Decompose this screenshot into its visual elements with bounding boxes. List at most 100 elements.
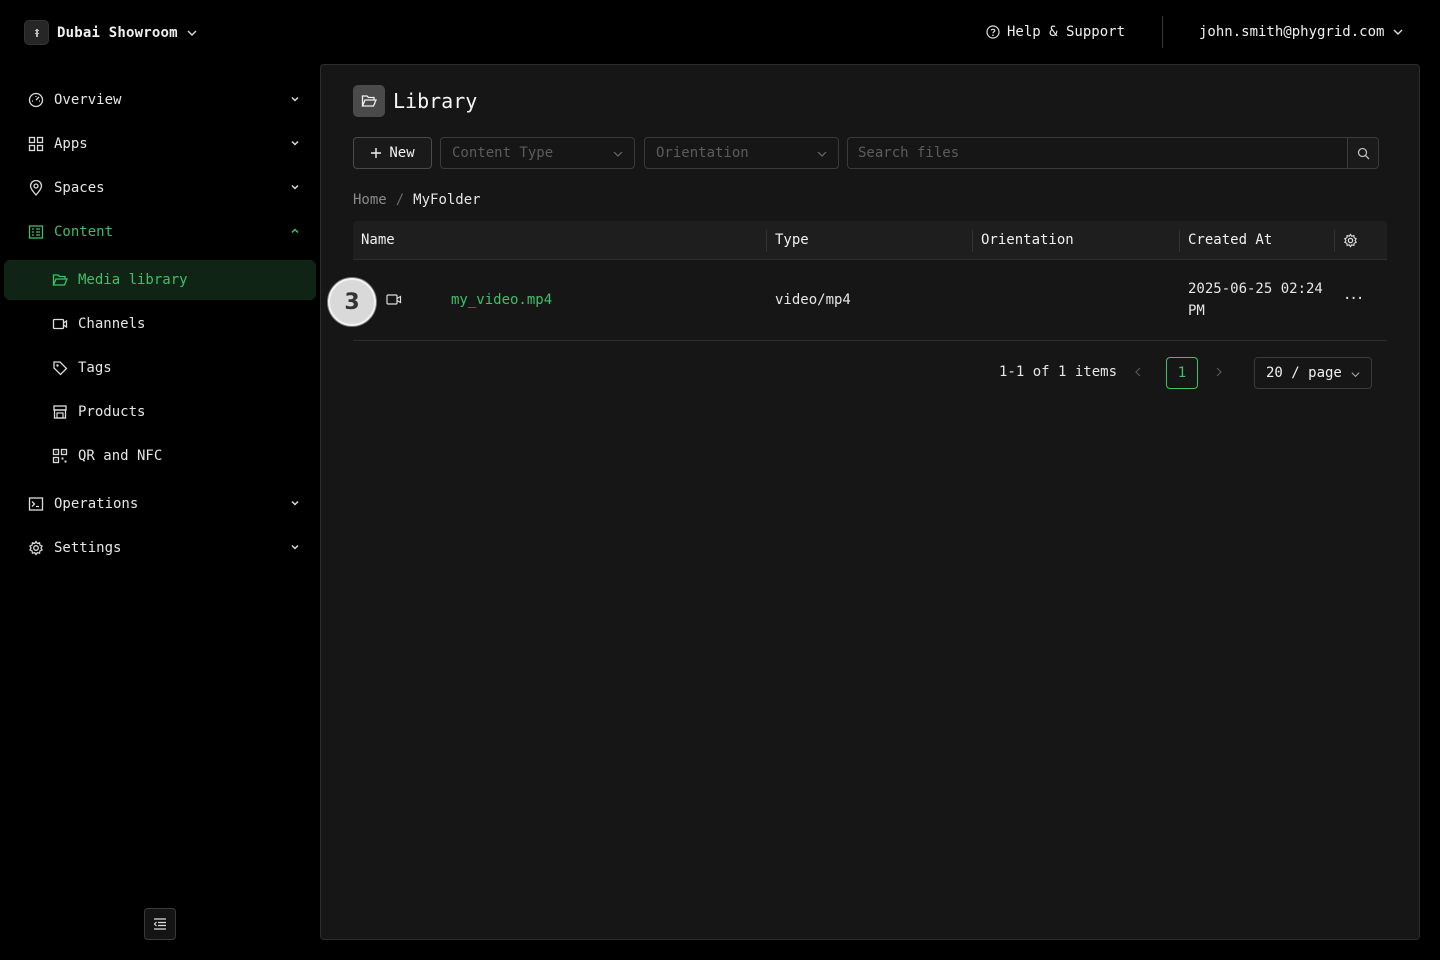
file-type: video/mp4 [775, 292, 851, 308]
column-divider [1179, 230, 1180, 252]
folder-open-icon [353, 85, 385, 117]
sidebar-item-products[interactable]: Products [52, 400, 292, 424]
previous-page-icon[interactable] [1133, 365, 1143, 379]
content-type-select[interactable]: Content Type [440, 137, 635, 169]
page-header: Library [353, 85, 477, 117]
content-icon [28, 224, 44, 240]
file-created-at: 2025-06-25 02:24 [1188, 281, 1323, 297]
column-divider [972, 230, 973, 252]
column-header-type[interactable]: Type [775, 232, 809, 248]
user-menu[interactable]: john.smith@phygrid.com [1199, 24, 1404, 40]
org-switcher[interactable]: Dubai Showroom [24, 20, 198, 45]
chevron-down-icon [290, 138, 300, 148]
chevron-down-icon [290, 542, 300, 552]
column-settings-icon[interactable] [1343, 233, 1358, 248]
search-button[interactable] [1347, 137, 1379, 169]
sidebar-item-label: Content [54, 224, 114, 240]
sidebar-item-label: Media library [78, 272, 188, 288]
sidebar-item-settings[interactable]: Settings [28, 536, 300, 560]
user-email: john.smith@phygrid.com [1199, 24, 1385, 40]
page-size-label: 20 / page [1266, 365, 1342, 381]
sidebar-item-overview[interactable]: Overview [28, 88, 300, 112]
breadcrumb-separator: / [395, 192, 405, 208]
qr-code-icon [52, 448, 68, 464]
chevron-down-icon [1392, 26, 1404, 38]
sidebar-item-content[interactable]: Content [28, 220, 300, 244]
folder-open-icon [52, 272, 68, 288]
video-file-icon [386, 293, 402, 307]
collapse-sidebar-button[interactable] [144, 908, 176, 940]
file-created-at-suffix: PM [1188, 303, 1205, 319]
org-logo-icon [24, 20, 49, 45]
new-button-label: New [389, 145, 415, 161]
search-box [847, 137, 1379, 169]
search-icon [1357, 147, 1370, 160]
breadcrumb-home[interactable]: Home [353, 192, 387, 208]
breadcrumb-current: MyFolder [413, 192, 481, 208]
grid-icon [28, 136, 44, 152]
column-header-created-at[interactable]: Created At [1188, 232, 1272, 248]
sidebar-item-label: QR and NFC [78, 448, 163, 464]
video-camera-icon [52, 316, 68, 332]
gauge-icon [28, 92, 44, 108]
gear-icon [28, 540, 44, 556]
breadcrumb: Home / MyFolder [353, 192, 481, 208]
sidebar-item-label: Settings [54, 540, 122, 556]
new-button[interactable]: New [353, 137, 432, 169]
column-divider [1334, 230, 1335, 252]
sidebar-item-spaces[interactable]: Spaces [28, 176, 300, 200]
search-input[interactable] [847, 137, 1347, 169]
chevron-down-icon [290, 94, 300, 104]
table-header: Name Type Orientation Created At [353, 221, 1387, 260]
plus-icon [370, 147, 382, 159]
column-header-name[interactable]: Name [361, 232, 395, 248]
chevron-up-icon [290, 226, 300, 236]
next-page-icon[interactable] [1214, 365, 1224, 379]
chevron-down-icon [186, 27, 198, 39]
help-support-label: Help & Support [1007, 24, 1126, 40]
page-title: Library [393, 89, 478, 113]
chevron-down-icon [816, 148, 828, 160]
more-actions-icon[interactable]: ··· [1343, 291, 1364, 307]
terminal-icon [28, 496, 44, 512]
sidebar-item-operations[interactable]: Operations [28, 492, 300, 516]
pagination-total: 1-1 of 1 items [999, 364, 1118, 380]
table-row[interactable]: 3 my_video.mp4 video/mp4 2025-06-25 02:2… [328, 260, 1387, 341]
chevron-down-icon [290, 182, 300, 192]
orientation-placeholder: Orientation [656, 145, 749, 161]
map-pin-icon [28, 180, 44, 196]
sidebar-item-label: Overview [54, 92, 122, 108]
chevron-down-icon [1350, 369, 1361, 380]
menu-fold-icon [153, 917, 167, 931]
sidebar-item-label: Tags [78, 360, 112, 376]
sidebar-item-apps[interactable]: Apps [28, 132, 300, 156]
column-divider [766, 230, 767, 252]
main-panel: Library New Content Type Orientation Sea… [320, 64, 1420, 940]
orientation-select[interactable]: Orientation [644, 137, 839, 169]
top-bar: Dubai Showroom Help & Support john.smith… [0, 0, 1440, 64]
pagination: 1-1 of 1 items 1 20 / page [321, 357, 1421, 389]
sidebar-item-channels[interactable]: Channels [52, 312, 292, 336]
page-number-current[interactable]: 1 [1166, 357, 1198, 389]
help-support-link[interactable]: Help & Support [986, 24, 1125, 40]
file-name-link[interactable]: my_video.mp4 [451, 292, 552, 308]
sidebar-item-tags[interactable]: Tags [52, 356, 292, 380]
chevron-down-icon [612, 148, 624, 160]
annotation-badge: 3 [328, 278, 376, 326]
sidebar-item-qr-nfc[interactable]: QR and NFC [52, 444, 292, 468]
question-circle-icon [986, 25, 1000, 39]
sidebar-item-label: Operations [54, 496, 139, 512]
org-name: Dubai Showroom [57, 24, 178, 41]
sidebar-item-label: Channels [78, 316, 146, 332]
page-size-select[interactable]: 20 / page [1254, 357, 1372, 389]
sidebar-item-label: Spaces [54, 180, 105, 196]
column-header-orientation[interactable]: Orientation [981, 232, 1074, 248]
content-type-placeholder: Content Type [452, 145, 554, 161]
sidebar-item-label: Apps [54, 136, 88, 152]
store-icon [52, 404, 68, 420]
sidebar-item-media-library[interactable]: Media library [52, 268, 292, 292]
tag-icon [52, 360, 68, 376]
chevron-down-icon [290, 498, 300, 508]
files-table: Name Type Orientation Created At 3 my_vi… [328, 221, 1387, 341]
divider [1162, 16, 1163, 48]
